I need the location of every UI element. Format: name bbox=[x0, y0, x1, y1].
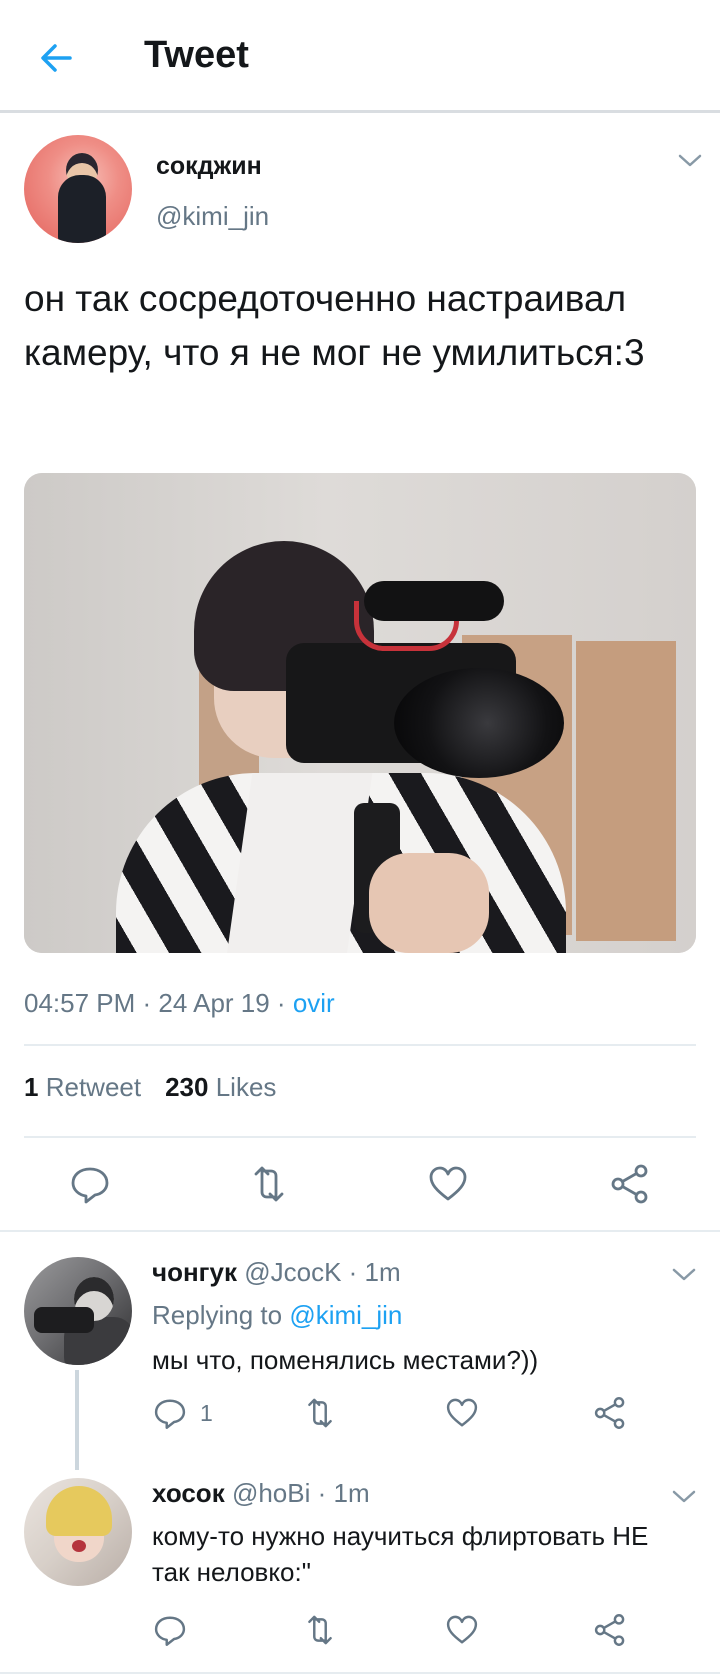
reply-icon[interactable] bbox=[152, 1612, 188, 1648]
reply-handle[interactable]: @JcocK bbox=[244, 1257, 341, 1287]
reply-display-name[interactable]: хосок bbox=[152, 1478, 225, 1508]
header-divider bbox=[0, 110, 720, 113]
avatar[interactable] bbox=[24, 1257, 132, 1365]
page-title: Tweet bbox=[144, 34, 249, 76]
top-bar bbox=[0, 0, 720, 112]
divider bbox=[24, 1136, 696, 1138]
replying-to: Replying to @kimi_jin bbox=[152, 1300, 402, 1331]
chevron-down-icon[interactable] bbox=[678, 154, 702, 168]
divider bbox=[0, 1230, 720, 1232]
thread-line bbox=[75, 1370, 79, 1470]
reply-count: 1 bbox=[200, 1400, 213, 1426]
avatar[interactable] bbox=[24, 1478, 132, 1586]
heart-icon[interactable] bbox=[444, 1395, 480, 1431]
replying-prefix: Replying to bbox=[152, 1300, 290, 1330]
avatar[interactable] bbox=[24, 135, 132, 243]
reply-handle[interactable]: @hoBi bbox=[232, 1478, 310, 1508]
chevron-down-icon[interactable] bbox=[672, 1490, 696, 1504]
tweet-source-link[interactable]: ovir bbox=[293, 988, 335, 1018]
reply-text: кому-то нужно научиться флиртовать НЕ та… bbox=[152, 1521, 649, 1587]
retweet-icon[interactable] bbox=[302, 1395, 338, 1431]
replying-to-link[interactable]: @kimi_jin bbox=[289, 1300, 402, 1330]
retweet-icon[interactable] bbox=[247, 1162, 291, 1206]
tweet-time: 04:57 PM · 24 Apr 19 · bbox=[24, 988, 293, 1018]
tweet-photo[interactable] bbox=[24, 473, 696, 953]
heart-icon[interactable] bbox=[444, 1612, 480, 1648]
reply-icon[interactable] bbox=[152, 1395, 188, 1431]
tweet-stats: 1 Retweet 230 Likes bbox=[24, 1072, 276, 1103]
reply-header: чонгук @JcocK · 1m bbox=[152, 1257, 401, 1288]
like-label[interactable]: Likes bbox=[216, 1072, 277, 1102]
share-icon[interactable] bbox=[608, 1162, 652, 1206]
tweet-text: он так сосредоточенно настраивал камеру,… bbox=[24, 278, 645, 373]
like-count[interactable]: 230 bbox=[165, 1072, 208, 1102]
retweet-icon[interactable] bbox=[302, 1612, 338, 1648]
share-icon[interactable] bbox=[592, 1612, 628, 1648]
back-arrow-icon[interactable] bbox=[36, 38, 76, 78]
chevron-down-icon[interactable] bbox=[672, 1268, 696, 1282]
reply-time: · 1m bbox=[348, 1257, 401, 1287]
retweet-count[interactable]: 1 bbox=[24, 1072, 38, 1102]
author-display-name[interactable]: сокджин bbox=[156, 152, 262, 181]
reply-time: · 1m bbox=[317, 1478, 370, 1508]
retweet-label[interactable]: Retweet bbox=[46, 1072, 141, 1102]
reply-header: хосок @hoBi · 1m bbox=[152, 1478, 370, 1509]
reply-text: мы что, поменялись местами?)) bbox=[152, 1345, 539, 1375]
share-icon[interactable] bbox=[592, 1395, 628, 1431]
author-handle[interactable]: @kimi_jin bbox=[156, 201, 269, 232]
reply-display-name[interactable]: чонгук bbox=[152, 1257, 237, 1287]
divider bbox=[0, 1672, 720, 1674]
divider bbox=[24, 1044, 696, 1046]
heart-icon[interactable] bbox=[426, 1162, 470, 1206]
tweet-timestamp: 04:57 PM · 24 Apr 19 · ovir bbox=[24, 988, 335, 1019]
reply-icon[interactable] bbox=[68, 1162, 112, 1206]
